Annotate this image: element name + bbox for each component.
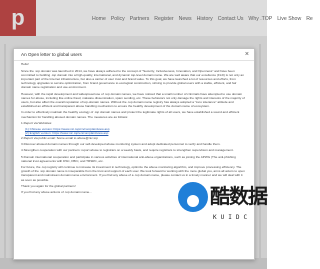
list-item: 5.Domain international cooperation and p… [21,154,236,163]
paragraph: Since the .top domain was launched in 20… [21,68,244,90]
nav-live-show[interactable]: Live Show [277,16,301,22]
watermark: 酷数据 KUIDC [178,178,268,256]
dialog-header: An Open letter to global users × [14,49,254,61]
watermark-subtitle: KUIDC [213,214,252,221]
nav-more[interactable]: Re [306,16,313,22]
dialog-body: Hello! Since the .top domain was launche… [21,62,246,197]
list-item: 1.Report via Websites: [21,120,53,125]
list-item: 4.Strengthen cooperation with our partne… [21,148,234,153]
watermark-title: 酷数据 [210,184,268,208]
watermark-dot [187,195,199,207]
greeting: Hello! [21,62,29,66]
close-icon[interactable]: × [245,50,249,59]
paragraph: In order to effectively maintain the hea… [21,110,240,119]
list-item: 2.Report via public email: Some email to… [21,135,98,140]
link[interactable]: (2) English version: https://www.nic.top… [25,131,108,135]
dialog-title: An Open letter to global users [21,52,82,57]
paragraph: However, with the rapid development and … [21,91,245,109]
watermark-logo-icon [178,182,208,212]
list-item: 3.Discover abused domain names through o… [21,141,221,146]
